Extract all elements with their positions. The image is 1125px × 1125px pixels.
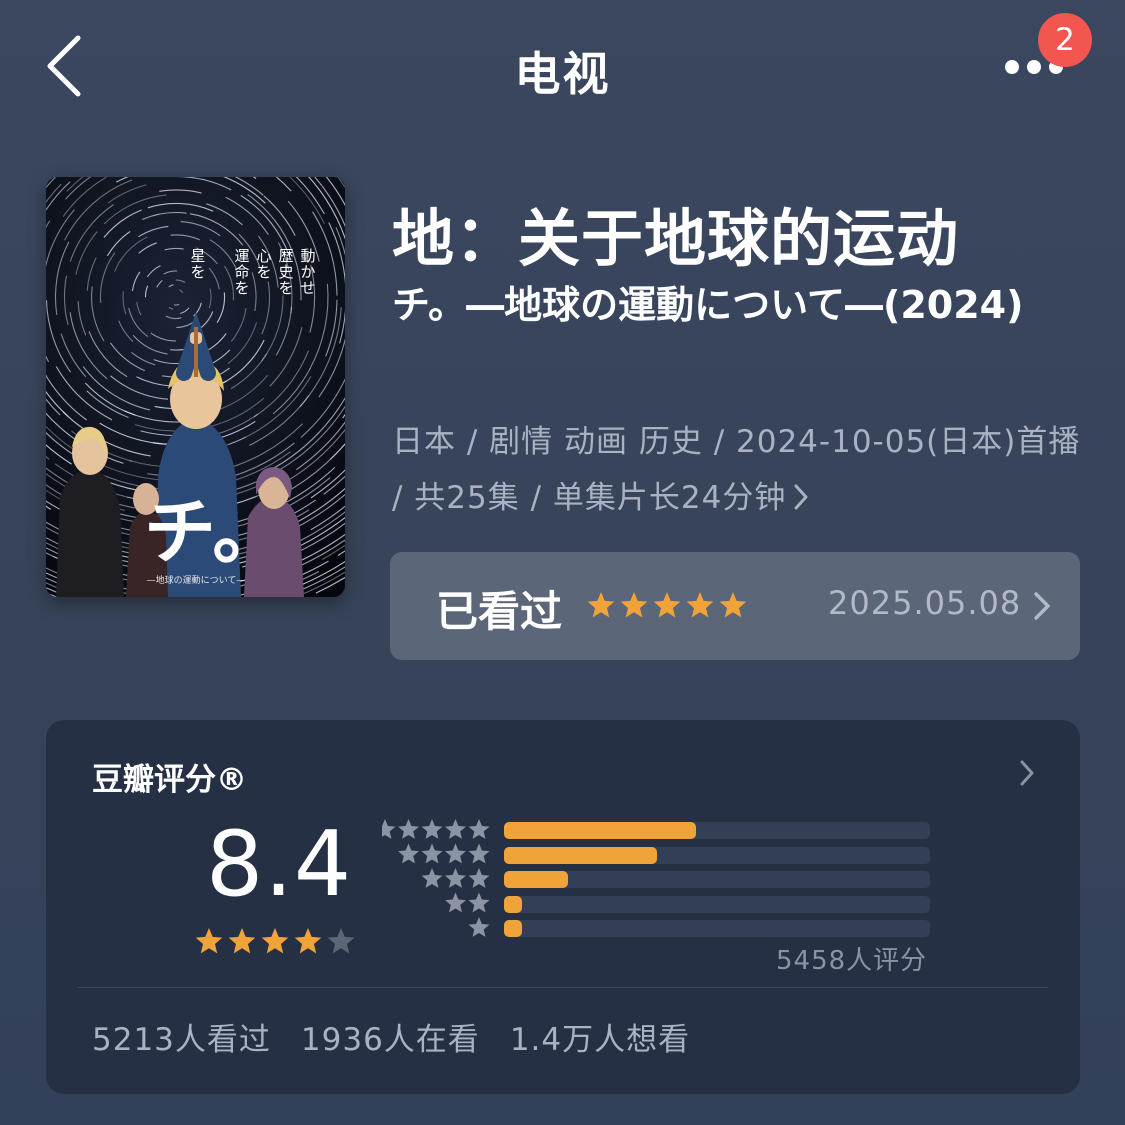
star-icon: [719, 592, 747, 618]
rating-bar-4-star: [504, 846, 930, 864]
star-icon: [445, 819, 466, 839]
poster-vertical-text: せ: [300, 279, 315, 297]
star-icon: [382, 819, 396, 839]
star-icon: [261, 928, 289, 954]
rating-bar-fill: [504, 822, 696, 839]
rating-bar-1-star: [504, 920, 930, 937]
star-icon: [445, 892, 466, 913]
star-icon: [468, 892, 490, 913]
more-dots-icon: [1005, 60, 1019, 74]
poster-vertical-text: を: [234, 279, 249, 297]
star-icon: [468, 917, 490, 937]
poster-glyph: チ。: [144, 489, 284, 574]
rating-bar-fill: [504, 920, 522, 937]
star-icon: [398, 819, 419, 839]
star-icon: [228, 928, 256, 954]
rating-bar-3-star: [504, 871, 930, 888]
poster-artwork: チ。 —地球の運動について— 動かせ歴史を心を運命を星を: [46, 177, 345, 597]
poster-vertical-text: を: [278, 279, 293, 297]
rating-bar-2-star: [504, 895, 930, 913]
chevron-right-icon: [1034, 592, 1050, 620]
watched-status-card[interactable]: 已看过 2025.05.08: [390, 552, 1080, 660]
poster-vertical-text: を: [190, 263, 205, 281]
star-icon: [468, 868, 490, 888]
star-icon: [421, 819, 443, 839]
star-icon: [327, 928, 355, 954]
star-icon: [620, 592, 648, 618]
star-icon: [587, 592, 615, 618]
audience-stats: 5213人看过 1936人在看 1.4万人想看: [92, 1014, 720, 1059]
original-title: チ。―地球の運動について―(2024): [392, 283, 1024, 327]
meta-text: 日本 / 剧情 动画 历史 / 2024-10-05(日本)首播 / 共25集 …: [392, 424, 1081, 516]
divider: [78, 987, 1048, 988]
poster-vertical-text: を: [256, 263, 271, 281]
more-dot: [1027, 60, 1041, 74]
stat-item: 5213人看过: [92, 1022, 271, 1058]
star-icon: [195, 928, 223, 954]
show-title: 地：关于地球的运动: [392, 202, 960, 275]
chevron-right-icon[interactable]: [1018, 758, 1036, 788]
star-icon: [653, 592, 681, 618]
rating-bar-5-star: [504, 822, 930, 839]
stat-item: 1936人在看: [300, 1022, 480, 1058]
star-icon: [421, 843, 443, 864]
movie-detail-page: 电视 2 チ。 —地球の運動について— 動 か せ 歴 史 を 心 を 運 命 …: [0, 0, 1125, 1125]
star-icon: [398, 843, 419, 864]
star-icon: [445, 843, 466, 864]
stat-item: 1.4万人想看: [509, 1022, 691, 1058]
rating-score: 8.4: [206, 812, 353, 917]
notification-badge: 2: [1038, 13, 1092, 67]
star-icon: [468, 843, 490, 864]
rating-bar-fill: [504, 895, 522, 913]
chevron-right-icon: [794, 484, 808, 510]
star-trail: [173, 303, 180, 306]
rating-bar-fill: [504, 871, 568, 888]
rating-bar-fill: [504, 846, 657, 864]
watched-date: 2025.05.08: [828, 584, 1022, 622]
distribution-star-labels: [382, 819, 490, 937]
rating-title: 豆瓣评分®: [92, 762, 247, 798]
douban-rating-card[interactable]: 豆瓣评分® 8.4 5458人评分 5213人看过 1936人在看 1.4万人想看: [46, 720, 1080, 1094]
star-icon: [421, 868, 443, 888]
watched-label: 已看过: [436, 587, 563, 636]
star-icon: [445, 868, 466, 888]
star-icon: [686, 592, 714, 618]
user-rating-stars: [587, 592, 747, 618]
rating-count: 5458人评分: [776, 946, 928, 976]
star-icon: [468, 819, 490, 839]
poster-image[interactable]: チ。 —地球の運動について— 動かせ歴史を心を運命を星を: [46, 177, 345, 597]
poster-subtitle: —地球の運動について—: [147, 574, 246, 586]
score-stars: [195, 928, 355, 954]
show-meta-info[interactable]: 日本 / 剧情 动画 历史 / 2024-10-05(日本)首播 / 共25集 …: [392, 414, 1082, 526]
page-title: 电视: [514, 47, 611, 101]
star-icon: [294, 928, 322, 954]
